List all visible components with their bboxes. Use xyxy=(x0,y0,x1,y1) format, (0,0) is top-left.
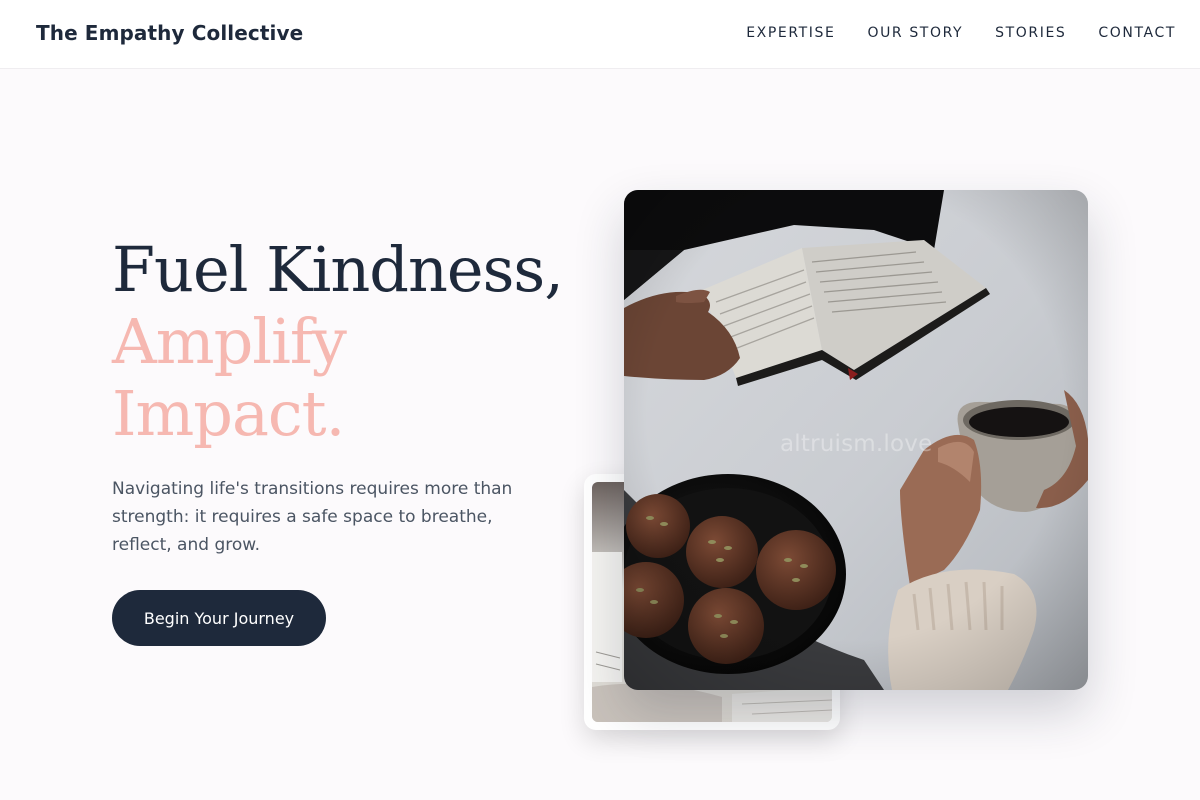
headline-line-2: Amplify xyxy=(112,305,347,378)
main-hero-photo: altruism.love xyxy=(624,190,1088,690)
nav-link-stories[interactable]: STORIES xyxy=(995,25,1066,41)
hero-description: Navigating life's transitions requires m… xyxy=(112,479,513,555)
headline-line-3: Impact. xyxy=(112,377,345,450)
site-header: The Empathy Collective EXPERTISE OUR STO… xyxy=(0,0,1200,69)
nav-link-contact[interactable]: CONTACT xyxy=(1098,25,1176,41)
nav-link-expertise[interactable]: EXPERTISE xyxy=(746,25,835,41)
hero-headline: Fuel Kindness, Amplify Impact. xyxy=(112,233,564,450)
begin-journey-button[interactable]: Begin Your Journey xyxy=(112,590,326,646)
nav-link-our-story[interactable]: OUR STORY xyxy=(867,25,963,41)
headline-line-1: Fuel Kindness, xyxy=(112,233,564,306)
main-nav: EXPERTISE OUR STORY STORIES CONTACT xyxy=(746,25,1176,41)
brand-logo[interactable]: The Empathy Collective xyxy=(36,21,303,45)
coffee-book-illustration xyxy=(624,190,1088,690)
